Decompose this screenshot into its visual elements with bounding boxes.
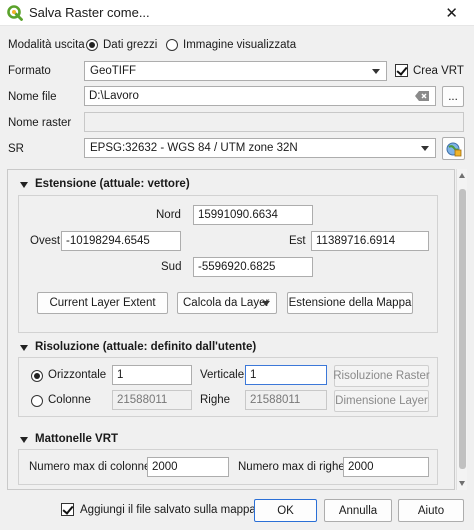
clear-field-icon[interactable] (415, 91, 429, 101)
add-to-map-checkbox[interactable] (61, 503, 74, 516)
columns-input[interactable]: 21588011 (112, 390, 192, 410)
max-rows-label: Numero max di righe (238, 461, 345, 473)
south-label: Sud (161, 261, 182, 273)
rows-value: 21588011 (250, 394, 301, 406)
horizontal-radio[interactable] (31, 370, 43, 382)
north-label: Nord (156, 209, 181, 221)
layer-size-button[interactable]: Dimensione Layer (334, 390, 429, 412)
chevron-down-icon (372, 69, 380, 74)
crs-select[interactable]: EPSG:32632 - WGS 84 / UTM zone 32N (84, 138, 436, 158)
vrt-tiles-group-title[interactable]: Mattonelle VRT (35, 433, 118, 445)
scroll-down-icon[interactable] (459, 481, 465, 486)
chevron-down-icon (262, 301, 270, 306)
east-value: 11389716.6914 (316, 235, 396, 247)
columns-label: Colonne (48, 394, 91, 406)
create-vrt-label: Crea VRT (413, 65, 464, 77)
collapse-triangle-icon[interactable] (20, 182, 28, 188)
west-input[interactable]: -10198294.6545 (61, 231, 181, 251)
help-button[interactable]: Aiuto (398, 499, 464, 522)
east-input[interactable]: 11389716.6914 (311, 231, 429, 251)
current-layer-extent-button[interactable]: Current Layer Extent (37, 292, 168, 314)
rows-label: Righe (200, 394, 231, 406)
vertical-input[interactable]: 1 (245, 365, 327, 385)
raw-data-radio[interactable] (86, 39, 98, 51)
browse-button[interactable]: ... (442, 86, 464, 107)
qgis-logo-icon (7, 4, 23, 21)
panel-scrollbar[interactable] (456, 169, 467, 490)
vertical-value: 1 (250, 369, 257, 381)
output-mode-label: Modalità uscita (8, 39, 85, 51)
settings-panel: Estensione (attuale: vettore) Nord 15991… (7, 169, 455, 490)
title-bar: Salva Raster come... ✕ (0, 0, 474, 26)
add-to-map-label: Aggiungi il file salvato sulla mappa (80, 504, 256, 516)
file-name-label: Nome file (8, 91, 57, 103)
resolution-group-title[interactable]: Risoluzione (attuale: definito dall'uten… (35, 341, 256, 353)
chevron-down-icon (421, 146, 429, 151)
max-rows-input[interactable]: 2000 (343, 457, 429, 477)
window-title: Salva Raster come... (29, 5, 150, 20)
cancel-button[interactable]: Annulla (324, 499, 392, 522)
rendered-image-label: Immagine visualizzata (183, 39, 297, 51)
vrt-tiles-group: Numero max di colonne 2000 Numero max di… (18, 449, 438, 485)
raster-name-input[interactable] (84, 112, 464, 132)
west-value: -10198294.6545 (66, 235, 150, 247)
max-columns-value: 2000 (152, 461, 178, 473)
south-input[interactable]: -5596920.6825 (193, 257, 313, 277)
max-columns-input[interactable]: 2000 (147, 457, 229, 477)
max-columns-label: Numero max di colonne (29, 461, 151, 473)
south-value: -5596920.6825 (198, 261, 276, 273)
format-label: Formato (8, 65, 51, 77)
scrollbar-thumb[interactable] (459, 189, 466, 469)
max-rows-value: 2000 (348, 461, 374, 473)
extent-group-title[interactable]: Estensione (attuale: vettore) (35, 178, 190, 190)
north-value: 15991090.6634 (198, 209, 278, 221)
extent-group: Nord 15991090.6634 Ovest -10198294.6545 … (18, 195, 438, 333)
crs-label: SR (8, 143, 24, 155)
horizontal-input[interactable]: 1 (112, 365, 192, 385)
horizontal-label: Orizzontale (48, 369, 107, 381)
east-label: Est (289, 235, 306, 247)
vertical-label: Verticale (200, 369, 245, 381)
columns-radio[interactable] (31, 395, 43, 407)
horizontal-value: 1 (117, 369, 124, 381)
map-extent-button[interactable]: Estensione della Mappa (287, 292, 413, 314)
crs-value: EPSG:32632 - WGS 84 / UTM zone 32N (90, 142, 298, 154)
file-name-value: D:\Lavoro (89, 90, 139, 102)
scroll-up-icon[interactable] (459, 173, 465, 178)
north-input[interactable]: 15991090.6634 (193, 205, 313, 225)
globe-crs-icon (446, 142, 461, 156)
columns-value: 21588011 (117, 394, 168, 406)
close-icon[interactable]: ✕ (445, 4, 458, 22)
calc-from-layer-button[interactable]: Calcola da Layer (177, 292, 277, 314)
west-label: Ovest (30, 235, 61, 247)
rendered-image-radio[interactable] (166, 39, 178, 51)
calc-from-layer-label: Calcola da Layer (183, 297, 270, 309)
file-name-input[interactable]: D:\Lavoro (84, 86, 436, 106)
create-vrt-checkbox[interactable] (395, 64, 408, 77)
raw-data-label: Dati grezzi (103, 39, 158, 51)
ok-button[interactable]: OK (254, 499, 317, 522)
crs-selector-button[interactable] (442, 137, 465, 160)
raster-resolution-button[interactable]: Risoluzione Raster (333, 365, 430, 387)
collapse-triangle-icon[interactable] (20, 437, 28, 443)
format-value: GeoTIFF (90, 65, 137, 77)
raster-name-label: Nome raster (8, 117, 72, 129)
rows-input[interactable]: 21588011 (245, 390, 327, 410)
resolution-group: Orizzontale 1 Verticale 1 Risoluzione Ra… (18, 357, 438, 417)
format-select[interactable]: GeoTIFF (84, 61, 387, 81)
collapse-triangle-icon[interactable] (20, 345, 28, 351)
